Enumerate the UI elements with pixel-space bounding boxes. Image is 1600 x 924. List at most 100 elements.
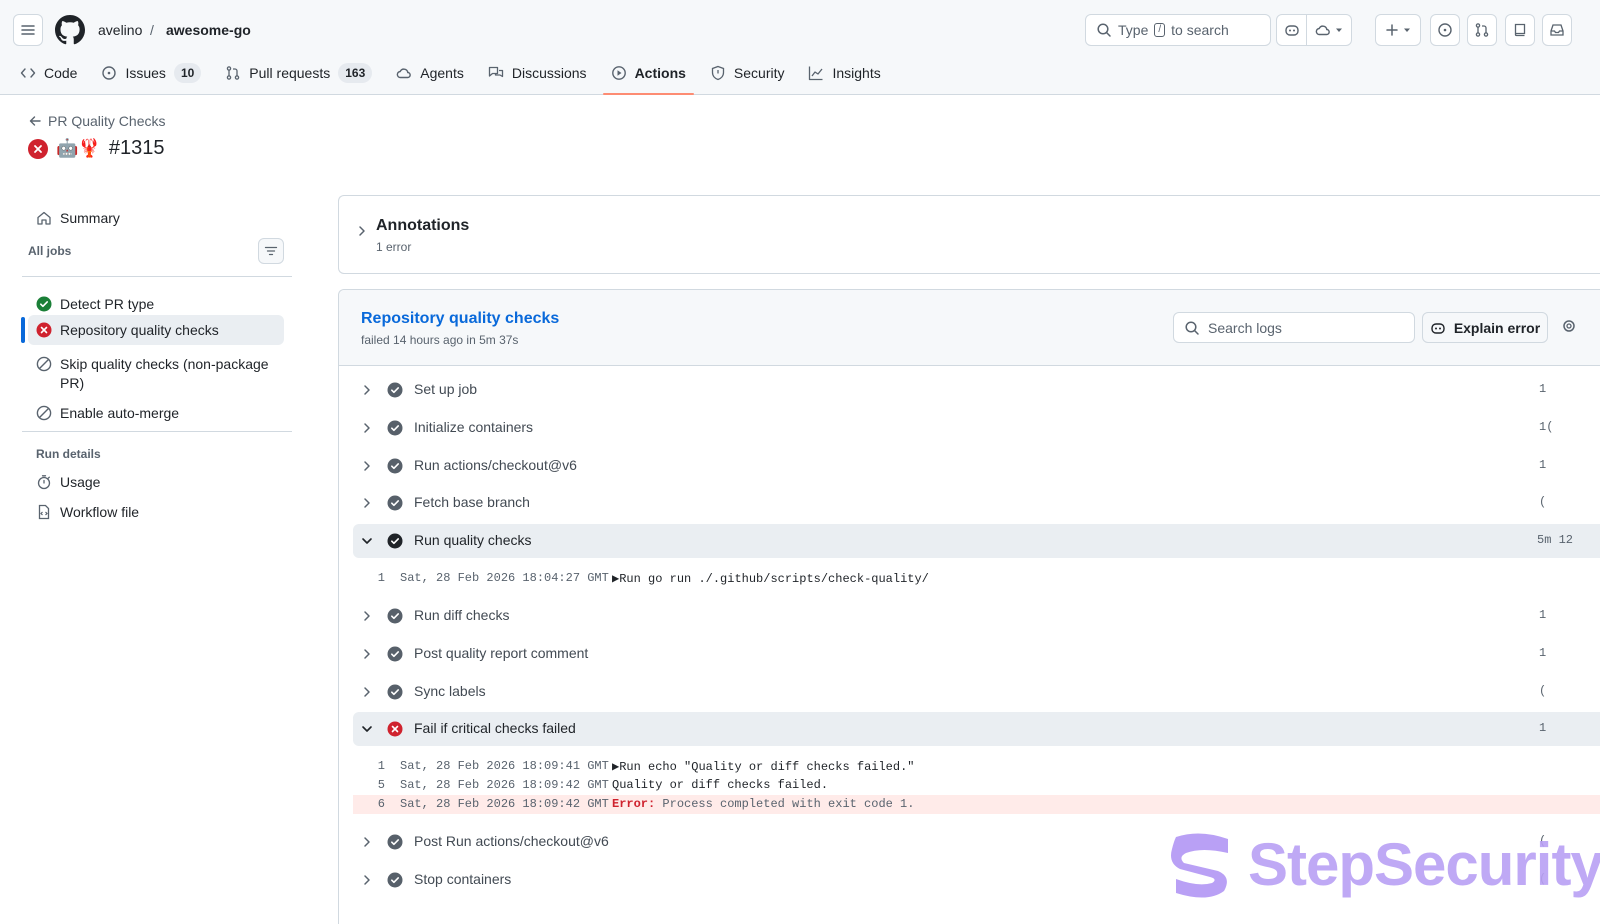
- create-new-button[interactable]: [1375, 14, 1421, 46]
- github-logo[interactable]: [55, 14, 85, 46]
- tab-security[interactable]: Security: [702, 52, 793, 94]
- log-line-error: 6 Sat, 28 Feb 2026 18:09:42 GMT Error: P…: [353, 795, 1600, 814]
- search-hint-type: Type: [1118, 22, 1149, 38]
- log-timestamp: Sat, 28 Feb 2026 18:09:42 GMT: [400, 797, 609, 811]
- sidebar-item-summary[interactable]: Summary: [28, 203, 284, 233]
- pull-requests-button[interactable]: [1467, 14, 1497, 46]
- annotations-count: 1 error: [376, 240, 412, 254]
- search-icon: [1185, 320, 1199, 335]
- plus-icon: [1386, 24, 1398, 36]
- stepsecurity-watermark: StepSecurity: [1168, 830, 1600, 899]
- tab-code[interactable]: Code: [20, 52, 85, 94]
- log-line: 1 Sat, 28 Feb 2026 18:09:41 GMT ▶Run ech…: [353, 757, 1600, 776]
- check-circle-fill-icon: [387, 834, 403, 850]
- home-icon: [37, 211, 51, 225]
- github-mark-icon: [55, 15, 85, 45]
- chevron-right-icon: [364, 385, 370, 395]
- error-message: Process completed with exit code 1.: [655, 797, 915, 811]
- breadcrumb-repo[interactable]: awesome-go: [166, 22, 251, 38]
- run-number: #1315: [108, 137, 165, 159]
- tab-insights[interactable]: Insights: [800, 52, 888, 94]
- menu-button[interactable]: [13, 14, 43, 46]
- annotations-card[interactable]: Annotations 1 error: [338, 195, 1600, 274]
- log-line: 1 Sat, 28 Feb 2026 18:04:27 GMT ▶Run go …: [353, 569, 1600, 588]
- step-label: Post Run actions/checkout@v6: [414, 833, 609, 849]
- step-duration: (: [1539, 684, 1547, 698]
- breadcrumb-owner[interactable]: avelino: [98, 22, 142, 38]
- tab-insights-label: Insights: [832, 65, 881, 81]
- tab-agents[interactable]: Agents: [388, 52, 472, 94]
- log-step-expanded[interactable]: Fail if critical checks failed 1: [353, 712, 1600, 746]
- copilot-button[interactable]: [1277, 15, 1306, 45]
- file-code-icon: [38, 504, 50, 520]
- sidebar-divider: [22, 431, 292, 432]
- log-text[interactable]: ▶Run go run ./.github/scripts/check-qual…: [612, 571, 929, 586]
- sidebar-job-repository-quality-checks[interactable]: Repository quality checks: [28, 315, 284, 345]
- line-number[interactable]: 5: [353, 778, 385, 792]
- line-number[interactable]: 6: [353, 797, 385, 811]
- job-log-header: Repository quality checks failed 14 hour…: [339, 290, 1600, 366]
- issues-button[interactable]: [1430, 14, 1460, 46]
- job-label: Repository quality checks: [60, 322, 219, 338]
- caret-down-icon: [1404, 28, 1410, 32]
- filter-jobs-button[interactable]: [258, 238, 284, 264]
- log-step[interactable]: Run diff checks 1: [353, 599, 1600, 633]
- pulls-counter: 163: [338, 63, 373, 83]
- log-step[interactable]: Fetch base branch (: [353, 486, 1600, 520]
- repo-nav: Code Issues 10 Pull requests 163 Agents …: [20, 52, 897, 95]
- chevron-right-icon: [364, 611, 370, 621]
- log-step[interactable]: Run actions/checkout@v6 1: [353, 449, 1600, 483]
- chevron-right-icon: [364, 498, 370, 508]
- global-search[interactable]: Type / to search: [1085, 14, 1271, 46]
- cloud-agent-icon: [396, 68, 412, 79]
- back-to-workflow-link[interactable]: PR Quality Checks: [28, 113, 165, 129]
- log-timestamp: Sat, 28 Feb 2026 18:09:41 GMT: [400, 759, 609, 773]
- log-step-expanded[interactable]: Run quality checks 5m 12: [353, 524, 1600, 558]
- copilot-icon: [1431, 322, 1445, 334]
- log-timestamp: Sat, 28 Feb 2026 18:04:27 GMT: [400, 571, 609, 585]
- job-title[interactable]: Repository quality checks: [361, 310, 559, 328]
- tab-discussions[interactable]: Discussions: [480, 52, 595, 94]
- gear-icon[interactable]: [1561, 318, 1577, 334]
- tab-actions-label: Actions: [634, 65, 686, 81]
- log-step[interactable]: Set up job 1: [353, 373, 1600, 407]
- workflow-name: PR Quality Checks: [48, 113, 166, 129]
- log-text[interactable]: ▶Run echo "Quality or diff checks failed…: [612, 759, 914, 774]
- repositories-button[interactable]: [1505, 14, 1535, 46]
- step-duration: 1: [1539, 458, 1547, 472]
- log-timestamp: Sat, 28 Feb 2026 18:09:42 GMT: [400, 778, 609, 792]
- run-emoji: 🤖🦞: [56, 138, 101, 158]
- tab-pull-requests[interactable]: Pull requests 163: [217, 52, 380, 94]
- sidebar-job-skip-quality-checks[interactable]: Skip quality checks (non-package PR): [28, 349, 284, 399]
- step-label: Stop containers: [414, 871, 512, 887]
- sidebar-item-workflow-file[interactable]: Workflow file: [28, 501, 139, 523]
- copilot-menu-button[interactable]: [1306, 15, 1351, 45]
- step-duration: 1: [1539, 721, 1547, 735]
- log-step[interactable]: Initialize containers 1(: [353, 411, 1600, 445]
- step-duration: 1: [1539, 382, 1547, 396]
- issue-opened-icon: [102, 66, 117, 80]
- inbox-icon: [1550, 24, 1564, 36]
- breadcrumb-separator: /: [150, 22, 154, 38]
- tab-actions[interactable]: Actions: [602, 52, 695, 95]
- search-shortcut-key: /: [1154, 23, 1166, 37]
- repo-icon: [1514, 23, 1526, 37]
- line-number[interactable]: 1: [353, 759, 385, 773]
- tab-issues[interactable]: Issues 10: [93, 52, 209, 94]
- graph-icon: [809, 66, 823, 81]
- log-step[interactable]: Sync labels (: [353, 675, 1600, 709]
- all-jobs-heading: All jobs: [28, 244, 72, 258]
- log-step[interactable]: Post quality report comment 1: [353, 637, 1600, 671]
- search-logs-input[interactable]: Search logs: [1173, 312, 1415, 343]
- sidebar-job-enable-auto-merge[interactable]: Enable auto-merge: [28, 398, 284, 429]
- top-bar: avelino / awesome-go Type / to search: [0, 14, 1600, 46]
- line-number[interactable]: 1: [353, 571, 385, 585]
- annotations-title: Annotations: [376, 217, 470, 234]
- step-duration: 5m 12: [1537, 533, 1574, 547]
- check-circle-fill-icon: [387, 608, 403, 624]
- inbox-button[interactable]: [1542, 14, 1572, 46]
- sidebar-item-usage[interactable]: Usage: [28, 471, 100, 493]
- check-circle-fill-icon: [387, 684, 403, 700]
- job-label: Skip quality checks (non-package PR): [60, 356, 269, 391]
- explain-error-button[interactable]: Explain error: [1422, 312, 1548, 343]
